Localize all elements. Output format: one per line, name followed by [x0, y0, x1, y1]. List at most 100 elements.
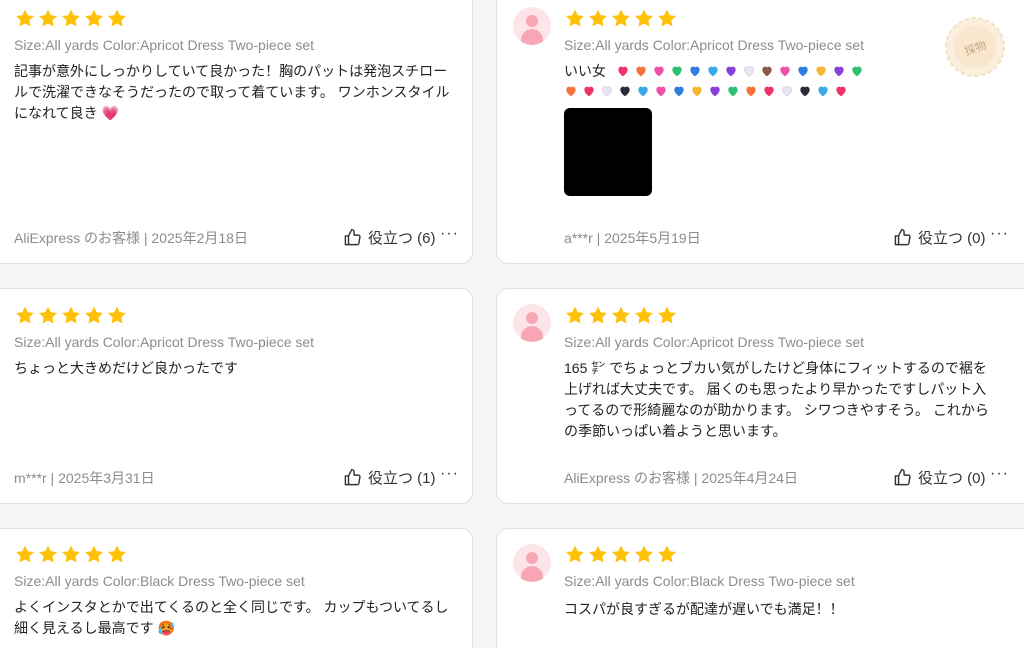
review-card: 採物 Size:All yards Color:Apricot Dress Tw… [496, 0, 1024, 264]
review-text: ちょっと大きめだけど良かったです [14, 360, 238, 376]
heart-emoji-icon [620, 86, 630, 97]
helpful-button[interactable]: 役立つ (0) [893, 227, 986, 248]
star-icon [39, 545, 57, 563]
star-icon [62, 545, 80, 563]
heart-emoji-icon [746, 86, 756, 97]
heart-emoji-icon [798, 66, 808, 77]
user-avatar-icon [513, 7, 551, 45]
product-variant: Size:All yards Color:Apricot Dress Two-p… [564, 334, 865, 350]
star-icon [658, 545, 676, 563]
star-icon [85, 9, 103, 27]
star-icon [658, 9, 676, 27]
star-icon [658, 306, 676, 324]
heart-emoji-row [616, 63, 868, 79]
star-icon [108, 9, 126, 27]
review-card: Size:All yards Color:Black Dress Two-pie… [0, 528, 473, 648]
heart-emoji-icon [656, 86, 666, 97]
heart-emoji-icon [852, 66, 862, 77]
heart-emoji-icon [836, 86, 846, 97]
product-variant: Size:All yards Color:Apricot Dress Two-p… [564, 37, 865, 53]
review-card: Size:All yards Color:Black Dress Two-pie… [496, 528, 1024, 648]
review-photo[interactable] [564, 108, 652, 196]
heart-emoji-icon [672, 66, 682, 77]
heart-emoji-icon [780, 66, 790, 77]
star-icon [612, 306, 630, 324]
seal-badge: 採物 [945, 17, 1005, 77]
heart-emoji-icon [834, 66, 844, 77]
rating-stars [564, 305, 678, 326]
review-text-label: いい女 [564, 63, 606, 79]
star-icon [612, 9, 630, 27]
thumbs-up-icon [894, 228, 911, 246]
heart-emoji-icon [708, 66, 718, 77]
review-author-date: a***r | 2025年5月19日 [564, 230, 701, 246]
review-text: 記事が意外にしっかりしていて良かった！胸のパットは発泡スチロールで洗濯できなそう… [14, 63, 450, 121]
product-variant: Size:All yards Color:Apricot Dress Two-p… [14, 334, 315, 350]
user-avatar-icon [513, 544, 551, 582]
heart-emoji-icon [743, 66, 754, 77]
star-icon [39, 9, 57, 27]
review-author-date: AliExpress のお客様 | 2025年2月18日 [14, 230, 248, 246]
thumbs-up-icon [894, 468, 911, 486]
heart-emoji-icon [816, 66, 826, 77]
user-avatar-icon [513, 304, 551, 342]
more-options-icon[interactable]: ··· [990, 225, 1009, 243]
star-icon [85, 306, 103, 324]
helpful-button[interactable]: 役立つ (0) [893, 467, 986, 488]
thumbs-up-icon [344, 228, 361, 246]
rating-stars [14, 305, 128, 326]
review-card: Size:All yards Color:Apricot Dress Two-p… [0, 288, 473, 504]
helpful-button[interactable]: 役立つ (6) [343, 227, 436, 248]
rating-stars [564, 544, 678, 565]
star-icon [108, 545, 126, 563]
more-options-icon[interactable]: ··· [990, 465, 1009, 483]
star-icon [566, 306, 584, 324]
heart-emoji-icon [566, 86, 576, 97]
star-icon [566, 9, 584, 27]
star-icon [62, 306, 80, 324]
heart-emoji-icon [782, 86, 792, 97]
review-text: いい女 [564, 61, 868, 82]
product-variant: Size:All yards Color:Black Dress Two-pie… [14, 573, 305, 589]
heart-emoji-icon [602, 86, 612, 97]
heart-emoji-row [564, 81, 852, 102]
helpful-label: 役立つ (0) [918, 230, 986, 247]
star-icon [635, 9, 653, 27]
review-text: コスパが良すぎるが配達が遅いでも満足！！ [564, 601, 844, 617]
helpful-label: 役立つ (0) [918, 470, 986, 487]
reviews-grid: Size:All yards Color:Apricot Dress Two-p… [0, 0, 1024, 648]
product-variant: Size:All yards Color:Apricot Dress Two-p… [14, 37, 315, 53]
heart-emoji-icon [726, 66, 736, 77]
heart-emoji-icon [818, 86, 828, 97]
heart-emoji-icon [728, 86, 738, 97]
rating-stars [14, 544, 128, 565]
review-author-date: m***r | 2025年3月31日 [14, 470, 155, 486]
star-icon [635, 545, 653, 563]
thumbs-up-icon [344, 468, 361, 486]
heart-emoji-icon [638, 86, 648, 97]
review-card: Size:All yards Color:Apricot Dress Two-p… [0, 0, 473, 264]
helpful-label: 役立つ (1) [368, 470, 436, 487]
star-icon [108, 306, 126, 324]
review-author-date: AliExpress のお客様 | 2025年4月24日 [564, 470, 798, 486]
star-icon [85, 545, 103, 563]
star-icon [635, 306, 653, 324]
rating-stars [564, 8, 678, 29]
heart-emoji-icon [636, 66, 646, 77]
heart-emoji-icon [800, 86, 810, 97]
helpful-label: 役立つ (6) [368, 230, 436, 247]
star-icon [16, 306, 34, 324]
star-icon [589, 9, 607, 27]
star-icon [566, 545, 584, 563]
review-text: 165 ㌢ でちょっとブカい気がしたけど身体にフィットするので裾を上げれば大丈夫… [564, 360, 989, 439]
review-text: よくインスタとかで出てくるのと全く同じです。 カップもついてるし細く見えるし最高… [14, 599, 449, 636]
star-icon [589, 306, 607, 324]
heart-emoji-icon [584, 86, 594, 97]
heart-emoji-icon [692, 86, 702, 97]
more-options-icon[interactable]: ··· [440, 465, 459, 483]
heart-emoji-icon [764, 86, 774, 97]
helpful-button[interactable]: 役立つ (1) [343, 467, 436, 488]
star-icon [612, 545, 630, 563]
product-variant: Size:All yards Color:Black Dress Two-pie… [564, 573, 855, 589]
more-options-icon[interactable]: ··· [440, 225, 459, 243]
